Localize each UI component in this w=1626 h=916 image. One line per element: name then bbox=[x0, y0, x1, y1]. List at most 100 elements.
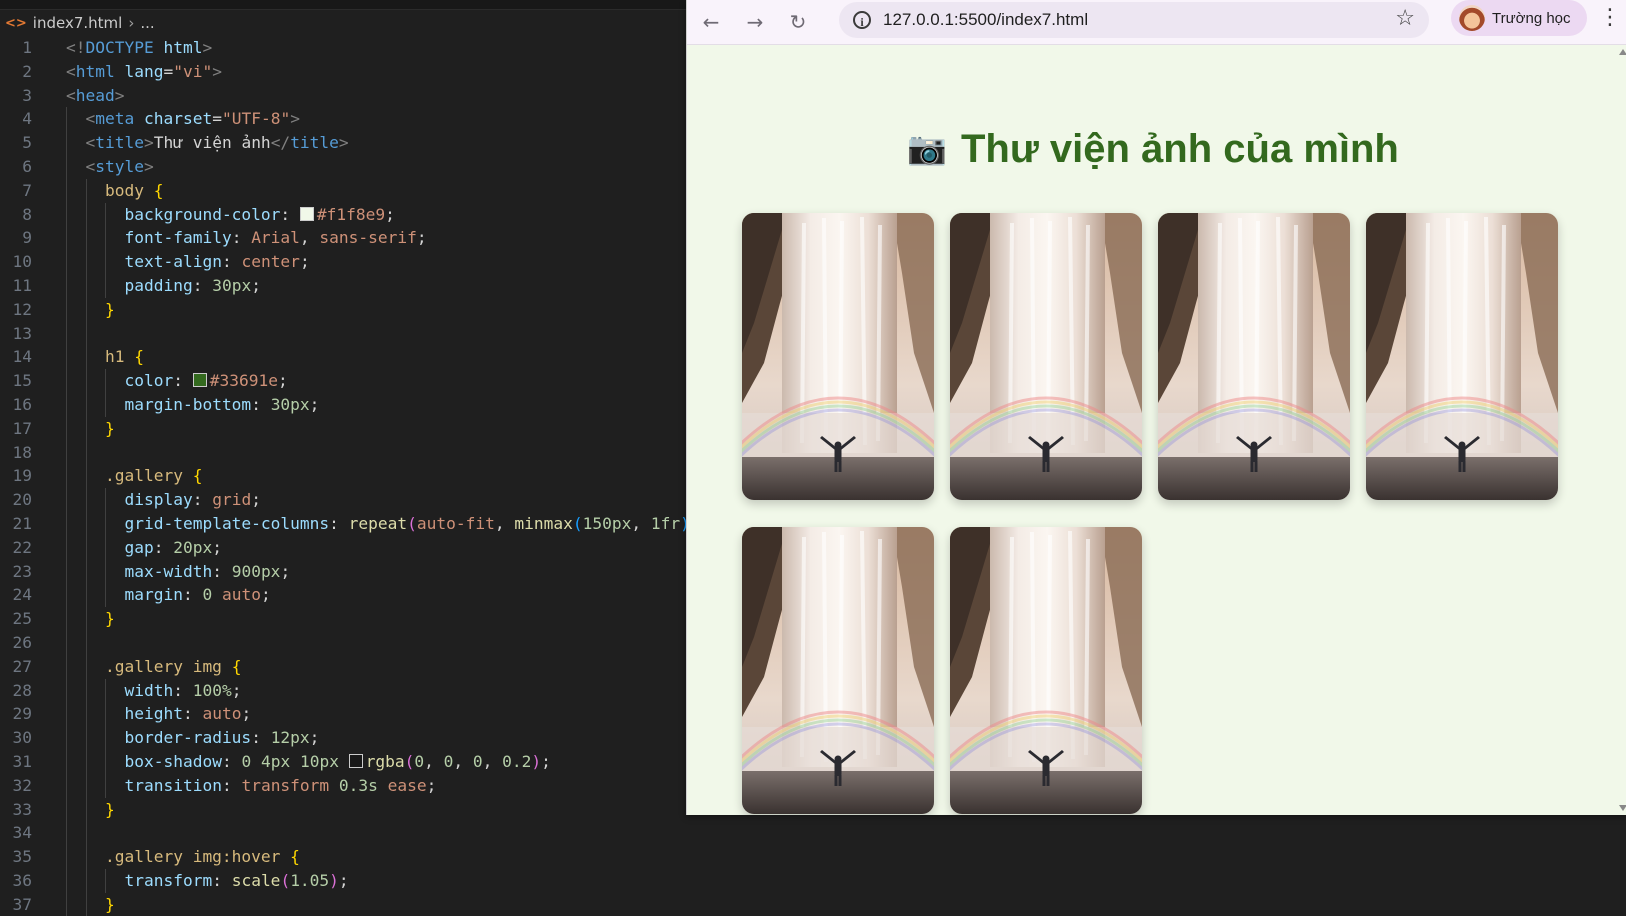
code-line[interactable]: 25 } bbox=[0, 607, 690, 631]
code-line[interactable]: 30 border-radius: 12px; bbox=[0, 726, 690, 750]
code-token: : bbox=[192, 275, 213, 295]
code-token: color bbox=[124, 371, 174, 391]
code-line[interactable]: 3 <head> bbox=[0, 84, 690, 108]
code-line[interactable]: 4 <meta charset="UTF-8"> bbox=[0, 107, 690, 132]
code-token: ; bbox=[212, 537, 222, 557]
code-line[interactable]: 12 } bbox=[0, 297, 690, 322]
gallery-photo[interactable] bbox=[1158, 213, 1350, 500]
code-token: > bbox=[143, 156, 154, 176]
code-line[interactable]: 15 color: #33691e; bbox=[0, 369, 690, 393]
back-icon[interactable]: ← bbox=[697, 8, 725, 36]
code-line[interactable]: 1 <!DOCTYPE html> bbox=[0, 36, 690, 60]
code-line[interactable]: 33 } bbox=[0, 797, 690, 822]
code-token: transform bbox=[241, 775, 330, 795]
scroll-down-icon[interactable] bbox=[1619, 805, 1626, 811]
line-number: 19 bbox=[12, 466, 33, 486]
code-line[interactable]: 10 text-align: center; bbox=[0, 250, 690, 274]
code-line[interactable]: 2 <html lang="vi"> bbox=[0, 60, 690, 84]
gallery-photo[interactable] bbox=[1366, 213, 1558, 500]
code-token: > bbox=[114, 85, 125, 105]
code-token: ; bbox=[309, 394, 320, 414]
code-line[interactable]: 8 background-color: #f1f8e9; bbox=[0, 202, 690, 227]
code-text: transition: transform 0.3s ease; bbox=[66, 774, 436, 798]
code-line[interactable]: 6 <style> bbox=[0, 154, 690, 179]
breadcrumb[interactable]: <> index7.html › ... bbox=[0, 11, 155, 35]
code-token: max-width bbox=[124, 561, 213, 581]
breadcrumb-more[interactable]: ... bbox=[140, 14, 154, 32]
code-line[interactable]: 18 bbox=[0, 440, 690, 465]
code-token: = bbox=[163, 61, 174, 81]
gallery-photo[interactable] bbox=[742, 213, 934, 500]
gallery-photo[interactable] bbox=[742, 527, 934, 814]
code-line[interactable]: 32 transition: transform 0.3s ease; bbox=[0, 773, 690, 798]
code-token: padding bbox=[124, 275, 193, 295]
code-token: h1 bbox=[104, 347, 125, 367]
menu-icon[interactable]: ⋮ bbox=[1599, 4, 1621, 32]
code-token: .gallery img:hover bbox=[104, 847, 281, 867]
code-text: } bbox=[66, 893, 115, 916]
color-swatch[interactable] bbox=[192, 373, 207, 388]
profile-button[interactable]: Trường học bbox=[1451, 0, 1587, 36]
page-title: 📷 Thư viện ảnh của mình bbox=[687, 127, 1619, 172]
url-text[interactable]: 127.0.0.1:5500/index7.html bbox=[883, 10, 1088, 30]
code-line[interactable]: 14 h1 { bbox=[0, 345, 690, 370]
code-line[interactable]: 17 } bbox=[0, 416, 690, 441]
reload-icon[interactable]: ↻ bbox=[784, 8, 812, 36]
site-info-icon[interactable]: i bbox=[853, 11, 871, 29]
code-line[interactable]: 28 width: 100%; bbox=[0, 678, 690, 703]
bookmark-star-icon[interactable]: ☆ bbox=[1395, 6, 1415, 31]
code-line[interactable]: 5 <title>Thư viện ảnh</title> bbox=[0, 131, 690, 155]
code-text: transform: scale(1.05); bbox=[66, 869, 348, 893]
code-line[interactable]: 16 margin-bottom: 30px; bbox=[0, 392, 690, 417]
code-line[interactable]: 31 box-shadow: 0 4px 10px rgba(0, 0, 0, … bbox=[0, 749, 690, 774]
code-line[interactable]: 9 font-family: Arial, sans-serif; bbox=[0, 226, 690, 251]
code-line[interactable]: 35 .gallery img:hover { bbox=[0, 845, 690, 869]
code-token: ; bbox=[277, 371, 288, 391]
code-text: <meta charset="UTF-8"> bbox=[66, 107, 300, 131]
code-token: > bbox=[290, 109, 300, 129]
code-token: : bbox=[212, 561, 232, 581]
code-line[interactable]: 26 bbox=[0, 630, 690, 655]
code-line[interactable]: 11 padding: 30px; bbox=[0, 273, 690, 298]
address-bar[interactable]: i 127.0.0.1:5500/index7.html ☆ bbox=[839, 2, 1429, 38]
code-line[interactable]: 21 grid-template-columns: repeat(auto-fi… bbox=[0, 511, 700, 536]
gallery-photo[interactable] bbox=[950, 527, 1142, 814]
line-number: 21 bbox=[12, 513, 33, 533]
code-token: : bbox=[280, 204, 300, 224]
code-line[interactable]: 7 body { bbox=[0, 178, 690, 203]
code-line[interactable]: 29 height: auto; bbox=[0, 702, 690, 727]
page-scrollbar[interactable] bbox=[1619, 45, 1626, 815]
code-area[interactable]: 1 <!DOCTYPE html> 2 <html lang="vi"> 3 <head>… bbox=[0, 36, 700, 916]
code-text: gap: 20px; bbox=[66, 536, 222, 560]
code-line[interactable]: 37 } bbox=[0, 892, 690, 916]
code-token: , bbox=[453, 751, 473, 771]
code-token: : bbox=[231, 228, 252, 248]
code-token: ; bbox=[251, 490, 261, 510]
code-line[interactable]: 36 transform: scale(1.05); bbox=[0, 868, 690, 893]
color-swatch[interactable] bbox=[348, 753, 363, 768]
color-swatch[interactable] bbox=[299, 206, 314, 221]
line-number: 27 bbox=[12, 656, 33, 676]
code-line[interactable]: 24 margin: 0 auto; bbox=[0, 583, 690, 608]
forward-icon[interactable]: → bbox=[741, 8, 769, 36]
code-text: } bbox=[66, 298, 115, 322]
code-token: title bbox=[95, 133, 144, 153]
line-number: 2 bbox=[22, 61, 32, 81]
code-line[interactable]: 20 display: grid; bbox=[0, 488, 690, 512]
gallery-photo[interactable] bbox=[950, 213, 1142, 500]
breadcrumb-file[interactable]: index7.html bbox=[33, 14, 123, 32]
code-token: body bbox=[104, 180, 144, 200]
code-line[interactable]: 23 max-width: 900px; bbox=[0, 559, 690, 584]
code-line[interactable]: 34 bbox=[0, 821, 690, 846]
scroll-up-icon[interactable] bbox=[1619, 49, 1626, 55]
code-line[interactable]: 13 bbox=[0, 321, 690, 346]
code-line[interactable]: 19 .gallery { bbox=[0, 464, 690, 489]
code-line[interactable]: 22 gap: 20px; bbox=[0, 535, 690, 560]
code-line[interactable]: 27 .gallery img { bbox=[0, 654, 690, 679]
code-token: Thư viện ảnh bbox=[153, 133, 271, 153]
